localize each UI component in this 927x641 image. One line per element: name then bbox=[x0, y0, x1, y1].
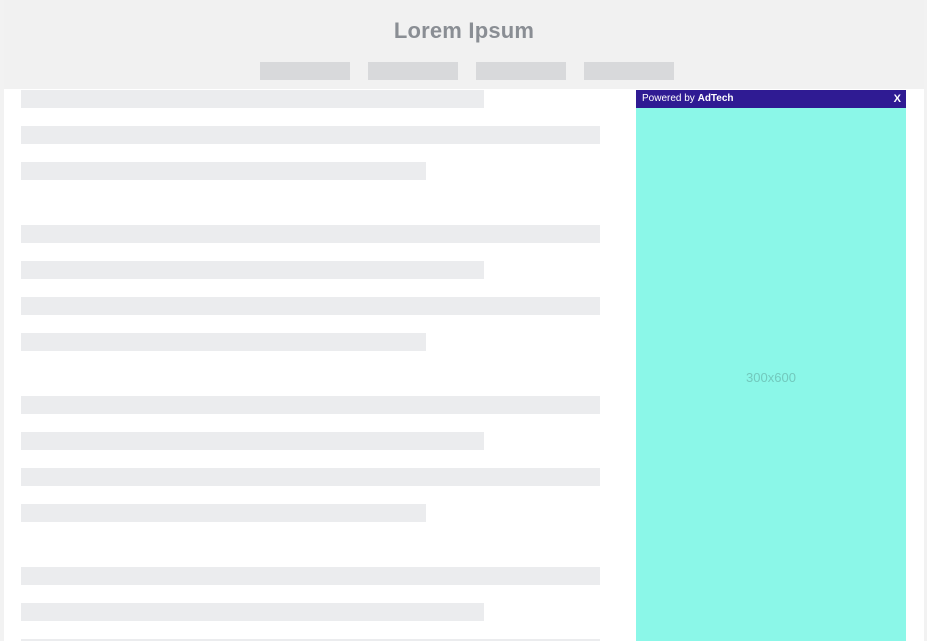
nav-item-4[interactable] bbox=[584, 62, 674, 80]
ad-header-bar: Powered by AdTech X bbox=[636, 90, 906, 108]
page: Lorem Ipsum Powered by AdTech X 300x600 bbox=[0, 0, 927, 641]
text-line-placeholder bbox=[21, 297, 600, 315]
text-line-placeholder bbox=[21, 603, 484, 621]
nav-item-1[interactable] bbox=[260, 62, 350, 80]
text-line-placeholder bbox=[21, 504, 426, 522]
text-line-placeholder bbox=[21, 90, 484, 108]
article-content bbox=[21, 89, 601, 641]
ad-brand-name: AdTech bbox=[697, 93, 734, 104]
ad-size-label: 300x600 bbox=[746, 370, 796, 385]
text-line-placeholder bbox=[21, 162, 426, 180]
text-line-placeholder bbox=[21, 126, 600, 144]
text-line-placeholder bbox=[21, 261, 484, 279]
ad-close-button[interactable]: X bbox=[894, 90, 901, 108]
nav-item-2[interactable] bbox=[368, 62, 458, 80]
page-frame-left bbox=[0, 0, 4, 641]
text-line-placeholder bbox=[21, 396, 600, 414]
text-line-placeholder bbox=[21, 225, 600, 243]
ad-banner[interactable]: Powered by AdTech X 300x600 bbox=[636, 90, 906, 641]
ad-attribution[interactable]: Powered by AdTech bbox=[642, 90, 734, 108]
site-title: Lorem Ipsum bbox=[393, 18, 535, 43]
site-header: Lorem Ipsum bbox=[4, 0, 924, 89]
nav-item-3[interactable] bbox=[476, 62, 566, 80]
text-line-placeholder bbox=[21, 468, 600, 486]
text-line-placeholder bbox=[21, 432, 484, 450]
ad-powered-label: Powered by bbox=[642, 93, 695, 104]
text-line-placeholder bbox=[21, 567, 600, 585]
text-line-placeholder bbox=[21, 333, 426, 351]
